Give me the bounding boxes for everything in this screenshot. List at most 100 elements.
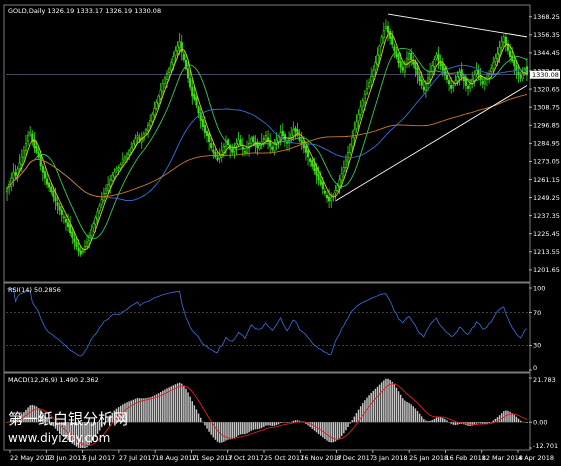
macd-histogram-bar — [229, 422, 231, 440]
macd-histogram-bar — [134, 398, 137, 423]
candle-body — [414, 61, 417, 70]
candle-body — [212, 149, 215, 153]
candle-body — [260, 141, 263, 144]
candle-body — [521, 73, 524, 79]
candle-body — [125, 153, 129, 159]
y-tick-label: 1320.65 — [533, 85, 560, 93]
candle-body — [62, 216, 65, 219]
macd-histogram-bar — [244, 422, 246, 435]
candle-body — [170, 62, 173, 71]
candle-body — [319, 179, 322, 185]
candle-body — [306, 150, 310, 158]
candle-body — [464, 78, 468, 86]
macd-histogram-bar — [439, 417, 442, 423]
candle-body — [386, 26, 390, 33]
x-tick-label: 11 Sep 2017 — [191, 454, 232, 462]
macd-histogram-bar — [239, 422, 242, 435]
macd-histogram-bar — [410, 404, 412, 423]
candle-body — [370, 76, 373, 82]
rsi-y-tick-label: 30 — [533, 342, 541, 350]
macd-histogram-bar — [433, 418, 436, 423]
macd-histogram-bar — [187, 392, 189, 423]
macd-histogram-bar — [261, 422, 263, 428]
macd-histogram-bar — [153, 395, 156, 423]
x-tick-label: 27 Jul 2017 — [119, 454, 156, 462]
candle-body — [321, 182, 324, 190]
candle-body — [456, 76, 459, 81]
y-tick-label: 1201.65 — [533, 266, 560, 274]
candle-body — [79, 250, 82, 255]
candle-body — [475, 70, 478, 75]
y-tick-label: 1261.15 — [533, 176, 560, 184]
macd-histogram-bar — [277, 422, 280, 425]
macd-histogram-bar — [332, 422, 335, 443]
macd-histogram-bar — [442, 417, 444, 423]
x-tick-label: 5 Jul 2017 — [83, 454, 116, 462]
candle-body — [378, 45, 381, 56]
macd-histogram-bar — [412, 406, 415, 423]
y-tick-label: 1284.95 — [533, 140, 560, 148]
candle-body — [405, 57, 409, 65]
price-chart-svg[interactable]: 1368.251356.351344.451332.551320.651308.… — [0, 0, 561, 466]
candle-body — [477, 70, 480, 76]
candle-body — [498, 47, 501, 55]
macd-histogram-bar — [273, 422, 276, 426]
macd-histogram-bar — [151, 396, 154, 423]
candle-body — [106, 183, 110, 191]
candle-body — [376, 54, 379, 65]
macd-histogram-bar — [509, 411, 511, 423]
macd-histogram-bar — [214, 422, 217, 440]
candle-body — [52, 190, 55, 197]
candle-body — [48, 182, 51, 188]
candle-body — [24, 142, 28, 151]
candle-body — [222, 145, 225, 153]
macd-histogram-bar — [185, 388, 187, 423]
candle-body — [243, 151, 246, 153]
macd-histogram-bar — [507, 410, 509, 423]
macd-histogram-bar — [324, 422, 326, 440]
main-panel: 1368.251356.351344.451332.551320.651308.… — [5, 13, 560, 274]
macd-histogram-bar — [404, 400, 406, 423]
candle-body — [193, 93, 196, 100]
macd-histogram-bar — [343, 422, 345, 434]
x-tick-label: 3 Oct 2017 — [228, 454, 264, 462]
candle-body — [73, 238, 76, 243]
candle-body — [315, 168, 318, 176]
macd-histogram-bar — [174, 384, 177, 423]
macd-histogram-bar — [319, 422, 322, 436]
candle-body — [14, 172, 17, 176]
candle-body — [271, 146, 274, 150]
macd-histogram-bar — [519, 420, 522, 423]
candle-body — [119, 164, 122, 169]
macd-histogram-bar — [393, 384, 396, 423]
candle-body — [77, 247, 80, 252]
macd-histogram-bar — [498, 415, 501, 423]
macd-histogram-bar — [204, 422, 206, 426]
macd-histogram-bar — [435, 417, 438, 423]
macd-histogram-bar — [141, 398, 143, 423]
candle-body — [123, 156, 127, 161]
macd-histogram-bar — [351, 420, 353, 423]
candle-body — [109, 179, 112, 187]
ma-fast-line — [6, 32, 528, 251]
candle-body — [502, 36, 505, 43]
macd-histogram-bar — [322, 422, 324, 438]
candle-body — [367, 82, 371, 88]
macd-histogram-bar — [328, 422, 330, 442]
candle-body — [264, 135, 268, 141]
candle-body — [290, 133, 293, 138]
macd-histogram-bar — [326, 422, 328, 441]
candle-body — [431, 65, 434, 73]
rsi-label: RSI(14) 50.2856 — [8, 286, 61, 294]
candle-body — [50, 186, 53, 193]
macd-histogram-bar — [477, 422, 480, 424]
candle-body — [509, 50, 512, 57]
macd-histogram-bar — [206, 422, 208, 429]
macd-histogram-bar — [168, 387, 170, 423]
macd-histogram-bar — [376, 386, 379, 423]
macd-histogram-bar — [368, 395, 370, 423]
candle-body — [490, 68, 493, 73]
rsi-y-tick-label: 100 — [533, 284, 545, 292]
candle-body — [159, 89, 162, 99]
candle-body — [83, 246, 87, 250]
